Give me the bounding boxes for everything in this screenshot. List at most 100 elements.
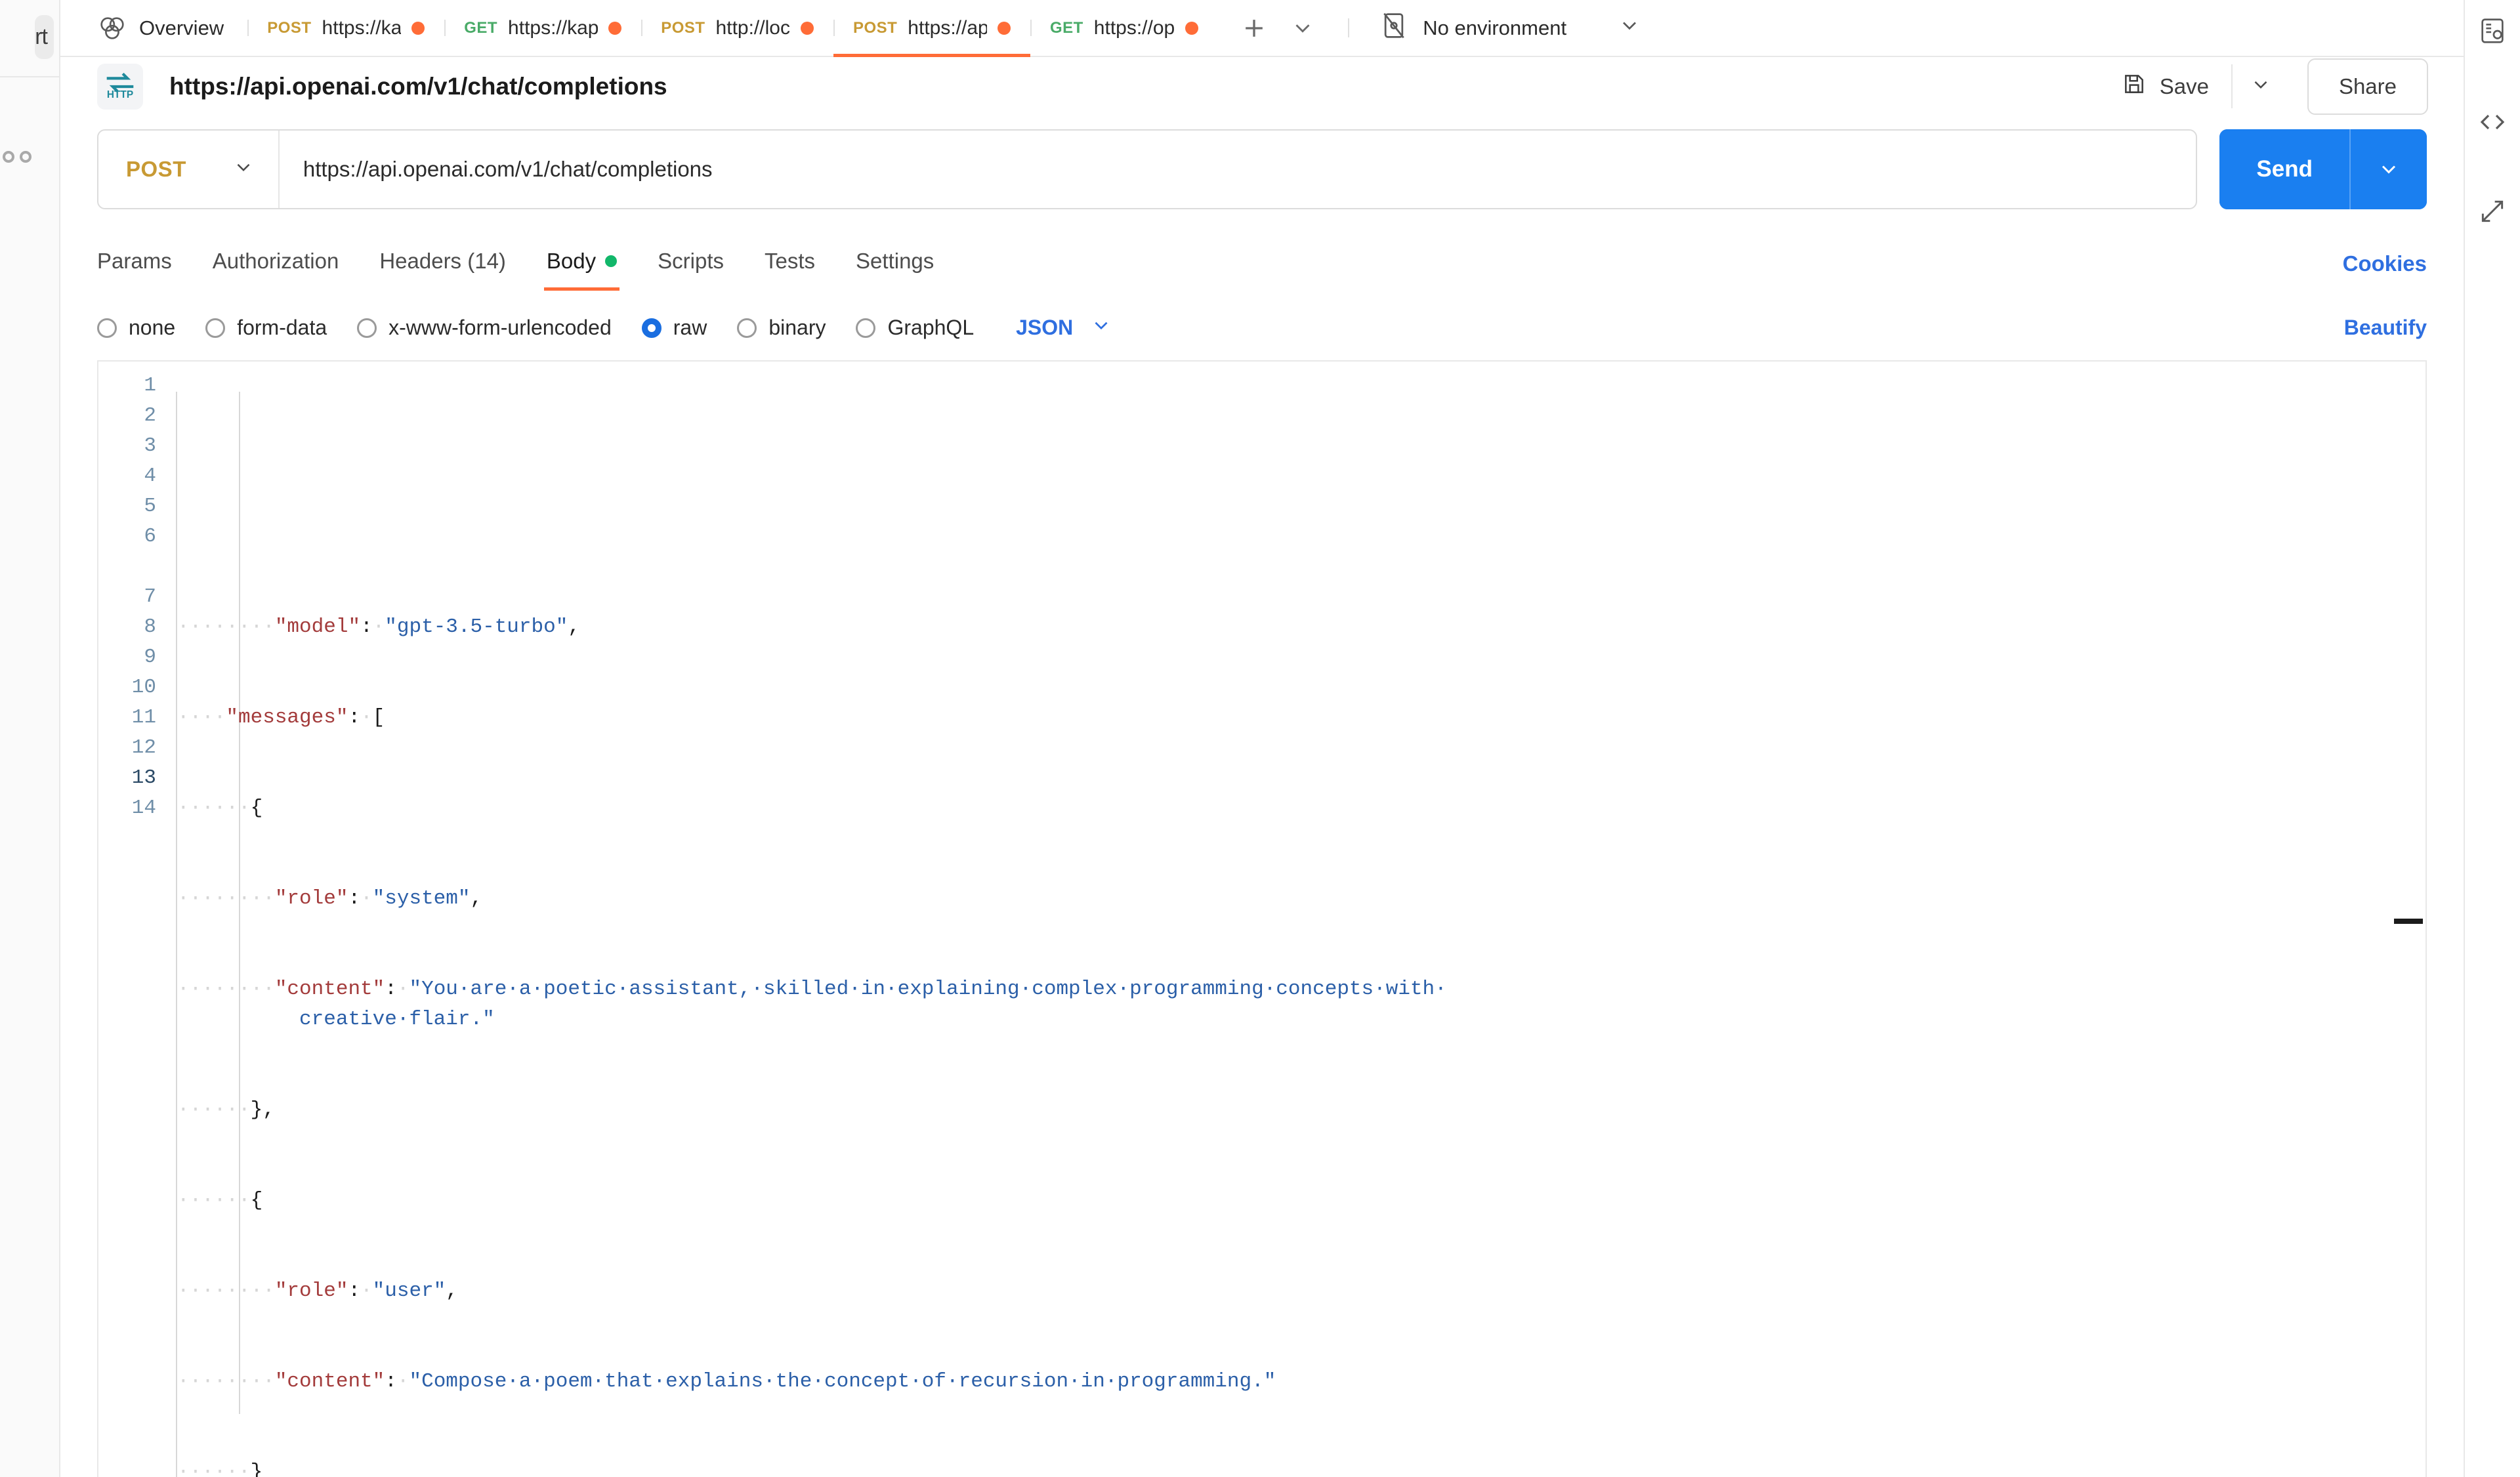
code-token: , <box>446 1279 458 1302</box>
share-button[interactable]: Share <box>2307 58 2428 115</box>
request-tab-2[interactable]: GET https://kap <box>444 0 641 56</box>
code-token: · <box>396 977 410 1001</box>
code-token: "model" <box>274 615 361 638</box>
request-tab-4[interactable]: POST https://ap <box>833 0 1030 58</box>
code-token: · <box>360 886 373 910</box>
tab-headers[interactable]: Headers (14) <box>379 237 506 291</box>
body-type-binary-label: binary <box>768 316 826 340</box>
body-type-raw[interactable]: raw <box>641 316 707 340</box>
tab-body[interactable]: Body <box>543 237 620 291</box>
body-format-selector[interactable]: JSON <box>1016 314 1112 342</box>
workspace-chip[interactable]: rt <box>35 14 54 59</box>
environment-selector[interactable]: No environment <box>1358 0 1658 56</box>
editor-code-area[interactable]: ········"model":·"gpt-3.5-turbo", ····"m… <box>172 362 2426 1477</box>
request-tab-1-unsaved-dot <box>411 21 425 35</box>
main-column: Overview POST https://ka GET https://kap… <box>60 0 2464 1477</box>
request-tab-1[interactable]: POST https://ka <box>247 0 444 56</box>
tab-tests[interactable]: Tests <box>765 237 815 291</box>
indent-dots: ···· <box>177 705 226 729</box>
code-token: "messages" <box>226 705 348 729</box>
send-options-chevron-down-icon[interactable] <box>2349 129 2427 209</box>
request-header: HTTP https://api.openai.com/v1/chat/comp… <box>60 57 2464 116</box>
code-token: : <box>385 977 397 1001</box>
body-type-graphql[interactable]: GraphQL <box>856 316 974 340</box>
tab-bar: Overview POST https://ka GET https://kap… <box>60 0 2464 58</box>
line-number: 3 <box>144 434 156 457</box>
code-token: "role" <box>274 886 348 910</box>
indent-dots: ········ <box>177 1279 275 1302</box>
save-label: Save <box>2159 73 2209 98</box>
send-button[interactable]: Send <box>2219 129 2349 209</box>
beautify-link[interactable]: Beautify <box>2344 316 2427 340</box>
body-type-none[interactable]: none <box>97 316 175 340</box>
indent-guide <box>176 391 177 1477</box>
code-token: : <box>360 615 373 638</box>
request-tab-3[interactable]: POST http://loc <box>641 0 833 56</box>
indent-dots: ······ <box>177 1188 251 1212</box>
line-number: 9 <box>144 645 156 669</box>
code-text: ········"content":·"Compose·a·poem·that·… <box>177 1370 1276 1393</box>
method-selector[interactable]: POST <box>98 130 280 208</box>
request-tab-3-url: http://loc <box>715 16 790 39</box>
url-input[interactable] <box>279 130 2196 208</box>
code-line: ······} <box>172 1457 2426 1477</box>
code-text: ······{ <box>177 797 262 820</box>
tab-tests-label: Tests <box>765 248 816 273</box>
left-rail-header: rt <box>0 0 59 77</box>
line-number: 14 <box>131 796 156 820</box>
new-tab-button[interactable] <box>1230 4 1278 52</box>
tab-authorization[interactable]: Authorization <box>213 237 339 291</box>
request-tab-5[interactable]: GET https://op <box>1030 0 1218 56</box>
code-text: ······} <box>177 1461 262 1477</box>
send-group: Send <box>2219 129 2427 209</box>
line-number: 6 <box>144 524 156 548</box>
code-snippet-icon[interactable] <box>2477 106 2508 138</box>
tab-params-label: Params <box>97 248 172 273</box>
no-environment-icon <box>1379 11 1408 45</box>
tab-params[interactable]: Params <box>97 237 172 291</box>
body-type-binary[interactable]: binary <box>737 316 826 340</box>
request-tab-5-method: GET <box>1049 18 1083 37</box>
request-tab-2-url: https://kap <box>508 16 598 39</box>
environment-label: No environment <box>1423 16 1567 39</box>
code-line: ········"role":·"user", <box>172 1276 2426 1306</box>
documentation-icon[interactable] <box>2477 16 2508 46</box>
body-type-urlencoded[interactable]: x-www-form-urlencoded <box>357 316 612 340</box>
indent-dots: ······ <box>177 1460 251 1477</box>
tab-overview[interactable]: Overview <box>60 0 247 56</box>
editor-gutter: 1 2 3 4 5 6 7 8 9 10 11 12 13 14 <box>98 362 172 1477</box>
tab-authorization-label: Authorization <box>212 248 339 273</box>
tab-settings[interactable]: Settings <box>856 237 934 291</box>
tab-bar-actions <box>1218 0 1339 56</box>
code-line: ········"content":·"You·are·a·poetic·ass… <box>172 974 2426 1035</box>
tab-overview-label: Overview <box>139 16 224 39</box>
line-number: 8 <box>144 615 156 638</box>
more-dots-icon[interactable] <box>0 151 59 163</box>
code-token: : <box>348 886 361 910</box>
url-bar-row: POST Send <box>60 129 2464 209</box>
save-options-chevron-down-icon[interactable] <box>2231 64 2289 109</box>
method-chevron-down-icon[interactable] <box>232 156 255 182</box>
indent-dots: ········ <box>177 1369 275 1393</box>
request-tab-1-url: https://ka <box>322 16 402 39</box>
request-tab-1-method: POST <box>267 18 312 37</box>
cookies-link[interactable]: Cookies <box>2343 251 2427 276</box>
tab-list-chevron-down-icon[interactable] <box>1278 4 1327 52</box>
body-format-chevron-down-icon[interactable] <box>1090 314 1112 342</box>
body-editor[interactable]: 1 2 3 4 5 6 7 8 9 10 11 12 13 14 ·······… <box>97 360 2427 1477</box>
line-number: 4 <box>144 464 156 488</box>
request-tab-2-method: GET <box>464 18 498 37</box>
body-type-form-data[interactable]: form-data <box>205 316 327 340</box>
radio-raw-icon <box>641 318 662 338</box>
body-type-row: none form-data x-www-form-urlencoded raw… <box>60 314 2464 342</box>
code-token: "role" <box>274 1279 348 1302</box>
floppy-disk-icon <box>2122 72 2147 102</box>
expand-icon[interactable] <box>2478 197 2507 226</box>
tab-scripts[interactable]: Scripts <box>658 237 724 291</box>
environment-chevron-down-icon[interactable] <box>1618 14 1641 43</box>
tab-headers-label: Headers (14) <box>379 248 506 273</box>
save-button[interactable]: Save <box>2107 62 2223 111</box>
code-token: · <box>372 615 385 638</box>
indent-dots: ········ <box>177 615 275 638</box>
editor-scrollbar-thumb[interactable] <box>2394 918 2423 924</box>
